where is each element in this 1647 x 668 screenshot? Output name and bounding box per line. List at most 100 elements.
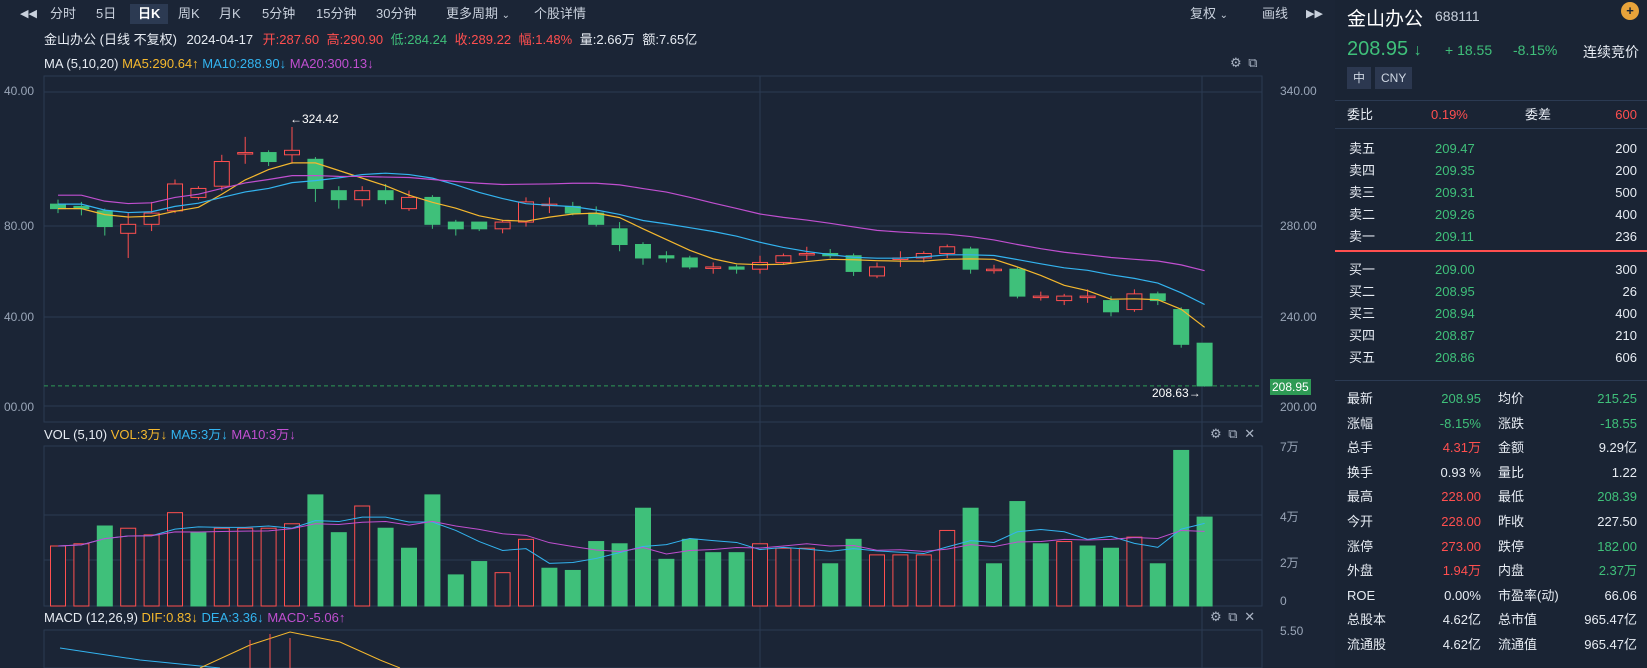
candle-body (939, 246, 956, 254)
ask-price: 209.35 (1435, 163, 1475, 178)
quote-panel: 金山办公 688111 + 208.95 ↓ + 18.55 -8.15% 连续… (1335, 0, 1647, 668)
ask-price: 209.11 (1435, 229, 1474, 244)
high-price-label: ←324.42 (290, 112, 339, 126)
bid-volume: 26 (1622, 284, 1637, 299)
stat-value: 208.39 (1597, 489, 1637, 505)
left-tick: 00.00 (4, 400, 35, 414)
volume-bar (1126, 536, 1143, 607)
stat-label: 换手 (1347, 464, 1374, 480)
volume-bar (330, 532, 347, 607)
macd-dea-line (59, 647, 221, 668)
candle-body (471, 221, 488, 230)
candle-body (1032, 295, 1049, 299)
stat-label: 外盘 (1347, 563, 1374, 579)
stat-label: 最低 (1498, 489, 1525, 505)
candle-body (260, 152, 277, 163)
stat-label: 流通股 (1347, 637, 1387, 652)
ask-label: 卖一 (1349, 229, 1376, 244)
candle-body (237, 152, 254, 155)
candle-body (1126, 293, 1143, 311)
candle-body (658, 255, 675, 259)
quote-change-pct: -8.15% (1513, 42, 1558, 58)
ask-price: 209.31 (1435, 185, 1475, 200)
macd-panel-frame (43, 629, 1263, 668)
candle-body (447, 221, 464, 230)
bid-price: 208.87 (1435, 328, 1475, 343)
volume-bar (50, 545, 66, 607)
ma5-line (58, 162, 1205, 328)
divider (1335, 100, 1647, 101)
candle-body (775, 255, 792, 263)
stat-value: 228.00 (1441, 514, 1481, 529)
volume-bar (822, 563, 839, 607)
candle-body (635, 244, 651, 259)
stat-label: 最新 (1347, 391, 1374, 406)
book-divider (1335, 250, 1647, 252)
bid-label: 买二 (1349, 284, 1376, 299)
volume-bar (471, 561, 488, 607)
weibi-value: 0.19% (1431, 107, 1468, 122)
candle-body (120, 223, 137, 234)
ask-volume: 200 (1615, 163, 1637, 178)
candle-body (424, 196, 441, 225)
candle-body (728, 266, 745, 270)
stat-value: 4.31万 (1442, 440, 1481, 456)
volume-bar (705, 552, 722, 607)
volume-bar (167, 512, 183, 607)
volume-bar (307, 494, 324, 607)
candle-body (1173, 309, 1190, 345)
ask-price: 209.26 (1435, 207, 1475, 222)
volume-bar (1032, 543, 1049, 607)
quote-change: + 18.55 (1445, 42, 1493, 58)
volume-bar (190, 532, 207, 607)
volume-bar (260, 527, 277, 607)
volume-bar (213, 527, 230, 607)
candle-body (1056, 295, 1073, 302)
ask-volume: 236 (1615, 229, 1637, 244)
stat-value: 4.62亿 (1442, 637, 1481, 652)
weicha-value: 600 (1615, 107, 1637, 122)
candle-body (401, 196, 417, 210)
volume-bar (588, 541, 605, 607)
stat-value: 227.50 (1597, 514, 1637, 529)
stat-label: 量比 (1498, 464, 1525, 480)
stat-value: 66.06 (1604, 587, 1637, 603)
right-tick: 280.00 (1280, 219, 1317, 233)
price-panel-frame (43, 75, 1263, 423)
candle-body (986, 268, 1002, 272)
stat-value: 1.22 (1611, 464, 1637, 480)
arrow-down-icon: ↓ (1413, 42, 1422, 59)
volume-bar (1103, 547, 1119, 607)
candle-body (1196, 342, 1213, 387)
stat-value: 4.62亿 (1442, 612, 1481, 628)
stat-label: 内盘 (1498, 563, 1525, 579)
ask-price: 209.47 (1435, 141, 1475, 156)
candle-body (869, 266, 885, 277)
add-watchlist-icon[interactable]: + (1621, 2, 1639, 20)
stat-label: 涨停 (1347, 538, 1374, 554)
volume-bar (1149, 563, 1166, 607)
volume-bar (237, 527, 254, 607)
candle-body (681, 257, 698, 268)
kline-chart-area[interactable]: ◀◀ 分时 5日 日K 周K 月K 5分钟 15分钟 30分钟 更多周期 ⌄ 个… (0, 0, 1332, 668)
bid-label: 买五 (1349, 350, 1376, 365)
volume-bar (354, 505, 371, 607)
tag-cny: CNY (1375, 67, 1413, 89)
volume-bar (986, 563, 1002, 607)
volume-bar (494, 572, 511, 607)
volume-bar (564, 569, 581, 607)
candle-body (307, 158, 324, 189)
candle-body (1079, 295, 1096, 299)
last-price-tag: 208.95 (1270, 379, 1311, 395)
candle-body (330, 190, 347, 201)
volume-bar (120, 527, 137, 607)
volume-bar (143, 534, 160, 607)
bid-volume: 210 (1615, 328, 1637, 343)
stat-value: 273.00 (1441, 538, 1481, 554)
volume-bar (939, 529, 956, 607)
bid-price: 208.95 (1435, 284, 1475, 299)
ask-label: 卖三 (1349, 185, 1376, 200)
ask-volume: 500 (1615, 185, 1637, 200)
volume-bar (635, 507, 651, 607)
stat-value: 228.00 (1441, 489, 1481, 505)
